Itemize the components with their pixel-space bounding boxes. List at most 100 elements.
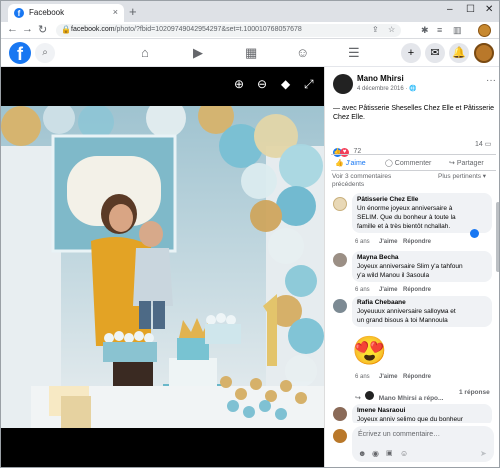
post-body: — avec Pâtisserie Sheselles Chez Elle et… (333, 105, 495, 121)
comment-line: Un énorme joyeux anniversaire à (357, 205, 453, 212)
see-previous-comments-link[interactable]: Voir 3 commentaires précédents (332, 173, 422, 189)
tag-icon[interactable]: ◆ (281, 77, 290, 91)
home-icon[interactable]: ⌂ (141, 45, 149, 60)
menu-icon[interactable]: ☰ (348, 45, 360, 61)
comment-age: 6 ans (355, 374, 370, 380)
reactions-summary[interactable]: 👍♥ 72 (333, 140, 361, 158)
comment-composer: Écrivez un commentaire… ☻ ◉ ▣ ☺ ➤ (325, 423, 499, 467)
comment-icon: ◯ (385, 160, 393, 167)
share-icon: ↪ (449, 160, 455, 167)
love-reaction-icon: ♥ (340, 148, 349, 157)
comments-scrollbar[interactable] (496, 202, 499, 272)
send-icon[interactable]: ➤ (480, 449, 487, 458)
maximize-button[interactable]: ☐ (466, 4, 475, 15)
comment-reply-link[interactable]: Répondre (403, 239, 431, 245)
browser-tab[interactable]: f Facebook × (8, 4, 124, 22)
comment-button[interactable]: ◯ Commenter (385, 159, 431, 167)
notifications-icon[interactable]: 🔔 (449, 43, 469, 63)
camera-icon[interactable]: ◉ (372, 449, 379, 458)
zoom-in-icon[interactable]: ⊕ (234, 77, 244, 91)
reading-list-icon[interactable]: ≡ (437, 25, 442, 35)
marketplace-icon[interactable]: ▦ (245, 45, 257, 61)
side-panel-icon[interactable]: ▥ (453, 25, 462, 36)
new-tab-button[interactable]: + (129, 4, 137, 19)
comment-input-placeholder: Écrivez un commentaire… (358, 431, 441, 438)
reply-count[interactable]: 1 réponse (459, 389, 490, 396)
minimize-button[interactable]: – (447, 4, 453, 15)
divider (331, 154, 496, 155)
facebook-logo[interactable]: f (9, 42, 31, 64)
address-bar[interactable]: 🔒 facebook.com/photo/?fbid=1020974904295… (56, 24, 401, 37)
comment-like-link[interactable]: J'aime (379, 374, 397, 380)
account-avatar[interactable] (474, 43, 494, 63)
author-avatar[interactable] (333, 74, 353, 94)
reply-author-avatar (365, 391, 375, 401)
post-details-panel: Mano Mhirsi 4 décembre 2016 · 🌐 ··· — av… (324, 67, 499, 467)
create-button[interactable]: + (401, 43, 421, 63)
share-button[interactable]: ↪ Partager (449, 159, 484, 167)
watch-icon[interactable]: ▶ (193, 45, 203, 61)
facebook-header: f ⌕ ⌂ ▶ ▦ ☺ ☰ + ✉ 🔔 (1, 39, 499, 67)
commenter-avatar[interactable] (333, 299, 347, 313)
comment-like-reaction-icon (470, 229, 479, 238)
author-name[interactable]: Mano Mhirsi (357, 74, 404, 83)
comment-like-link[interactable]: J'aime (379, 239, 397, 245)
comment-age: 6 ans (355, 287, 370, 293)
comment-emoji: 😍 (352, 335, 387, 366)
emoji-icon[interactable]: ☺ (400, 449, 408, 458)
back-button[interactable]: ← (7, 23, 18, 35)
comment-age: 6 ans (355, 239, 370, 245)
groups-icon[interactable]: ☺ (296, 45, 309, 60)
comment-bubble: Rafia Chebaane Joyeuuux anniversaire sal… (352, 296, 492, 327)
commenter-avatar[interactable] (333, 407, 347, 421)
comment-bubble: Pâtisserie Chez Elle Un énorme joyeux an… (352, 193, 492, 233)
url-text: facebook.com/photo/?fbid=102097490429542… (71, 26, 302, 33)
comment-reply-link[interactable]: Répondre (403, 374, 431, 380)
comment-line: Joyeux anniv selimo que du bonheur (357, 416, 463, 423)
birthday-photo-illustration (1, 106, 324, 428)
tab-strip: f Facebook × + – ☐ ✕ (1, 1, 499, 22)
comment-line: Joyeuuux anniversaire salloума et (357, 308, 456, 315)
commenter-name[interactable]: Imene Nasraoui (357, 407, 405, 414)
commenter-avatar[interactable] (333, 253, 347, 267)
comment-input[interactable]: Écrivez un commentaire… ☻ ◉ ▣ ☺ ➤ (352, 426, 494, 462)
post-photo (1, 106, 324, 428)
post-date[interactable]: 4 décembre 2016 · 🌐 (357, 85, 417, 92)
like-button[interactable]: 👍 J'aime (335, 159, 366, 167)
commenter-name[interactable]: Rafia Chebaane (357, 299, 406, 306)
search-icon[interactable]: ⌕ (35, 43, 55, 63)
facebook-favicon-icon: f (14, 8, 24, 18)
comment-reply-link[interactable]: Répondre (403, 287, 431, 293)
sticker-icon[interactable]: ☻ (358, 449, 366, 458)
share-page-icon[interactable]: ⇪ (372, 25, 379, 34)
comment-bubble-icon: ▭ (484, 141, 492, 148)
reload-button[interactable]: ↻ (38, 23, 47, 36)
browser-profile-avatar[interactable] (478, 24, 491, 37)
messenger-icon[interactable]: ✉ (425, 43, 445, 63)
reply-arrow-icon: ↪ (355, 395, 361, 402)
tab-close-icon[interactable]: × (113, 7, 118, 17)
zoom-out-icon[interactable]: ⊖ (257, 77, 267, 91)
globe-icon: 🌐 (409, 86, 417, 92)
lock-icon: 🔒 (61, 25, 71, 34)
close-window-button[interactable]: ✕ (485, 4, 493, 15)
my-avatar (333, 429, 347, 443)
comment-line: Joyeux anniversaire Slim y'a tahfoun (357, 263, 463, 270)
comment-bubble: Mayna Becha Joyeux anniversaire Slim y'a… (352, 251, 492, 282)
comment-like-link[interactable]: J'aime (379, 287, 397, 293)
gif-icon[interactable]: ▣ (386, 449, 393, 457)
commenter-name[interactable]: Pâtisserie Chez Elle (357, 196, 418, 203)
fullscreen-icon[interactable]: ⤢ (304, 77, 314, 92)
bookmark-star-icon[interactable]: ☆ (388, 25, 395, 34)
tab-title: Facebook (29, 8, 65, 17)
forward-button[interactable]: → (22, 23, 33, 35)
more-options-icon[interactable]: ··· (486, 75, 496, 86)
extensions-icon[interactable]: ✱ (421, 25, 429, 36)
view-replies-link[interactable]: ↪ Mano Mhirsi a répo... (355, 387, 443, 405)
sort-comments-dropdown[interactable]: Plus pertinents ▾ (438, 173, 498, 181)
comment-line: y'a wild Manou il 3asoula (357, 272, 430, 279)
commenter-avatar[interactable] (333, 197, 347, 211)
navigation-bar: ← → ↻ 🔒 facebook.com/photo/?fbid=1020974… (1, 22, 499, 39)
commenter-name[interactable]: Mayna Becha (357, 254, 399, 261)
comment-count[interactable]: 14 ▭ (475, 140, 491, 148)
